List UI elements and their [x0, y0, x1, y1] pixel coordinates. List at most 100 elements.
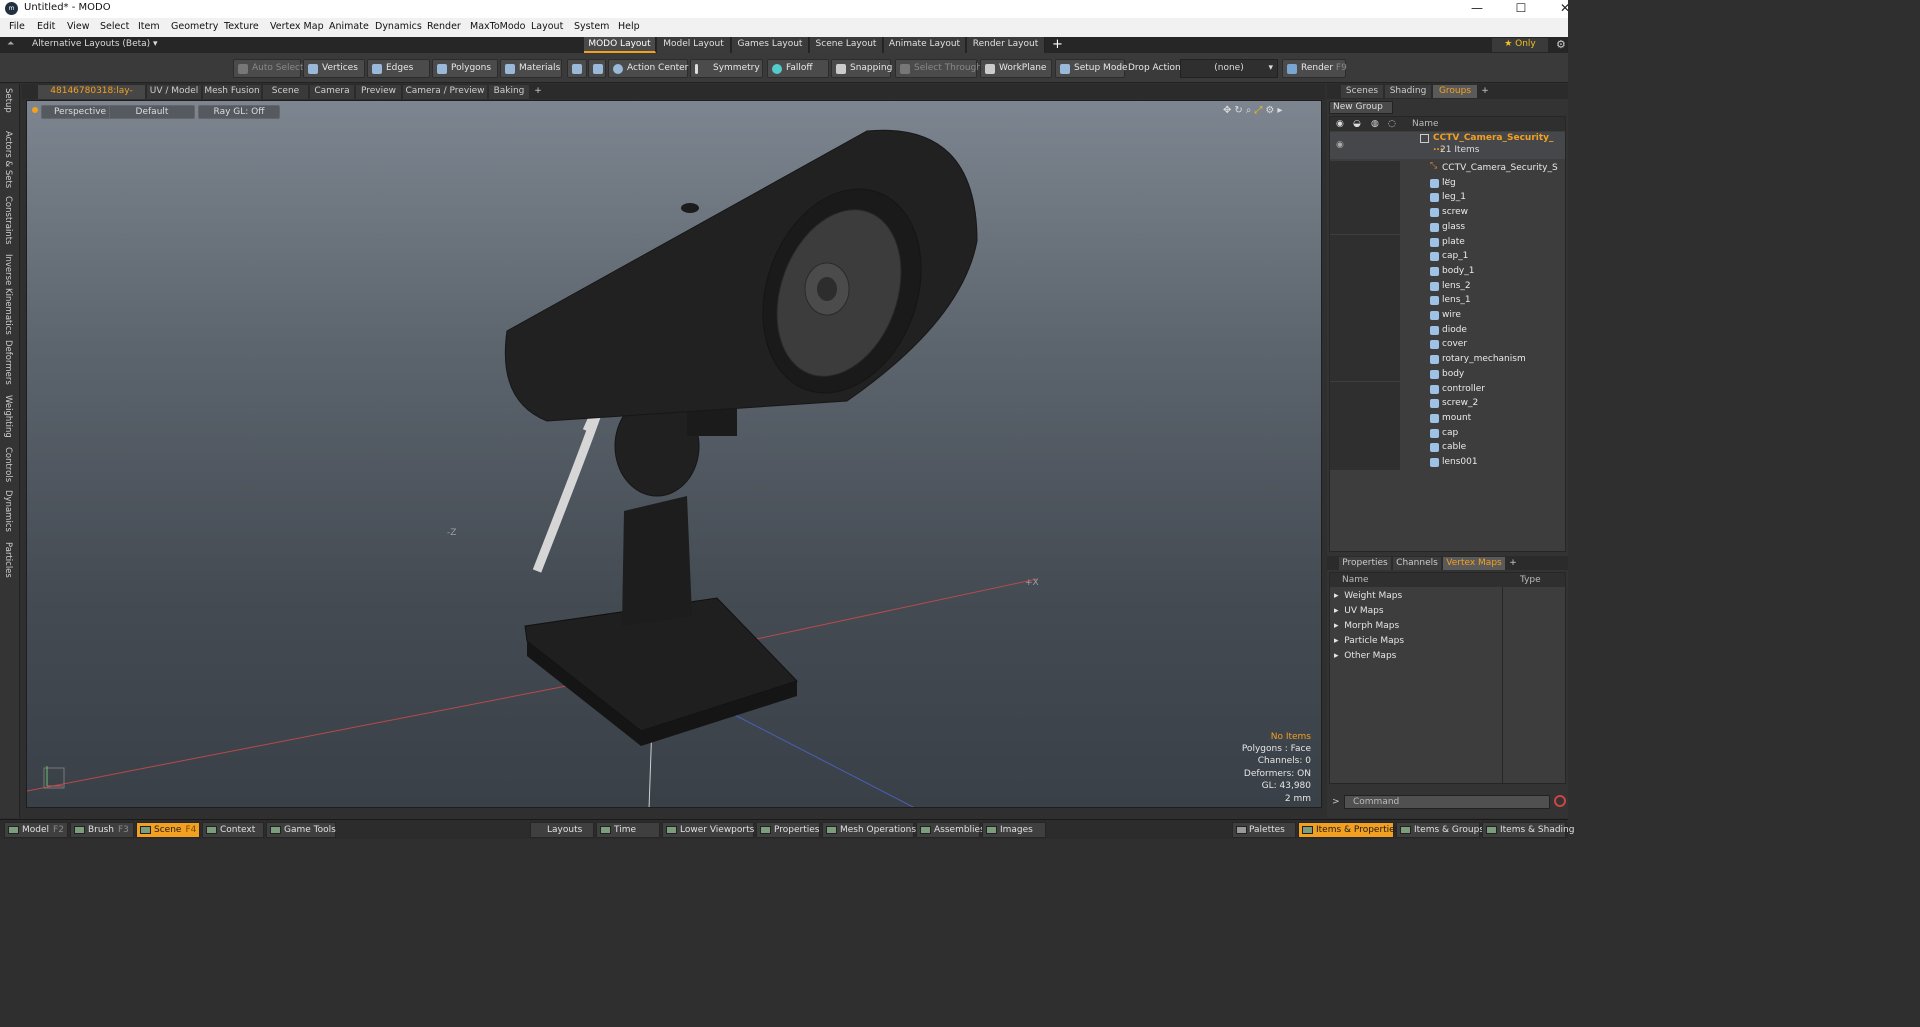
workplane-button[interactable]: WorkPlane [980, 59, 1052, 78]
group-item-row[interactable]: glass [1330, 219, 1565, 235]
tab-constraints[interactable]: Constraints [3, 196, 13, 245]
setup-mode-button[interactable]: Setup Mode [1055, 59, 1128, 78]
menu-item[interactable]: Item [138, 21, 160, 32]
tab-controls[interactable]: Controls [3, 447, 13, 482]
close-button[interactable]: ✕ [1543, 0, 1587, 18]
group-item-row[interactable]: lens_2 [1330, 278, 1565, 294]
tab-scene-layout[interactable]: Scene Layout [810, 37, 883, 53]
action-center-button[interactable]: Action Center [608, 59, 688, 78]
tab-deformers[interactable]: Deformers [3, 340, 13, 385]
group-item-row[interactable]: lens001 [1330, 455, 1565, 470]
group-item-row[interactable]: cable [1330, 440, 1565, 455]
assemblies-button[interactable]: Assemblies [916, 822, 985, 838]
vmap-uv-maps[interactable]: ▸ UV Maps [1334, 606, 1384, 616]
items-shading-button[interactable]: Items & Shading [1482, 822, 1574, 838]
add-layout-button[interactable]: + [1052, 37, 1063, 52]
visibility-columns[interactable] [1330, 410, 1400, 426]
menu-system[interactable]: System [574, 21, 609, 32]
game-tools-button[interactable]: Game Tools [266, 822, 336, 838]
palettes-button[interactable]: Palettes [1232, 822, 1296, 838]
tab-preview[interactable]: Preview [356, 85, 401, 99]
auto-select-button[interactable]: Auto Select [233, 59, 304, 78]
visibility-columns[interactable] [1330, 175, 1400, 191]
group-item-row[interactable]: screw [1330, 205, 1565, 220]
tab-lay-unmax[interactable]: 48146780318:lay-unmax [38, 85, 145, 109]
tab-scene[interactable]: Scene [263, 85, 308, 99]
tab-groups[interactable]: Groups [1433, 85, 1477, 98]
group-item-row[interactable]: cover [1330, 337, 1565, 353]
lower-viewports-button[interactable]: Lower Viewports [662, 822, 754, 838]
select-mode-b-button[interactable] [588, 59, 606, 78]
tab-inverse-kinematics[interactable]: Inverse Kinematics [3, 254, 13, 335]
menu-file[interactable]: File [9, 21, 25, 32]
group-item-row[interactable]: diode [1330, 322, 1565, 338]
group-item-row[interactable]: cap_1 [1330, 249, 1565, 264]
visibility-columns[interactable] [1330, 263, 1400, 279]
visibility-columns[interactable] [1330, 234, 1400, 250]
tab-actors-sets[interactable]: Actors & Sets [3, 131, 13, 188]
select-toggle-icon[interactable]: ◌ [1388, 119, 1396, 129]
edges-button[interactable]: Edges [367, 59, 430, 78]
render-toggle-icon[interactable]: ◍ [1371, 119, 1379, 129]
tab-scenes[interactable]: Scenes [1341, 85, 1383, 98]
visibility-columns[interactable] [1330, 381, 1400, 397]
group-item-row[interactable]: plate [1330, 234, 1565, 250]
symmetry-button[interactable]: Symmetry [690, 59, 763, 78]
tab-uv-model[interactable]: UV / Model [147, 85, 201, 99]
menu-vertex-map[interactable]: Vertex Map [270, 21, 324, 32]
snapping-button[interactable]: Snapping [831, 59, 892, 78]
group-item-row[interactable]: lens_1 [1330, 293, 1565, 308]
visibility-columns[interactable] [1330, 278, 1400, 294]
visibility-columns[interactable] [1330, 293, 1400, 308]
items-properties-button[interactable]: Items & Properties [1298, 822, 1399, 838]
group-item-row[interactable]: leg_1 [1330, 190, 1565, 206]
group-item-row[interactable]: ⤡ CCTV_Camera_Security_S ... [1330, 161, 1565, 183]
items-groups-button[interactable]: Items & Groups [1396, 822, 1484, 838]
tab-weighting[interactable]: Weighting [3, 395, 13, 438]
mesh-operations-button[interactable]: Mesh Operations [822, 822, 916, 838]
vmap-weight-maps[interactable]: ▸ Weight Maps [1334, 591, 1402, 601]
images-button[interactable]: Images [982, 822, 1046, 838]
model-button[interactable]: Model F2 [4, 822, 68, 838]
menu-dynamics[interactable]: Dynamics [375, 21, 422, 32]
vertices-button[interactable]: Vertices [303, 59, 365, 78]
render-button[interactable]: Render F9 [1282, 59, 1347, 78]
visibility-columns[interactable] [1330, 161, 1400, 176]
menu-texture[interactable]: Texture [224, 21, 259, 32]
visibility-columns[interactable] [1330, 352, 1400, 367]
group-visible-icon[interactable]: ◉ [1336, 140, 1344, 150]
visibility-columns[interactable] [1330, 366, 1400, 382]
tab-render-layout[interactable]: Render Layout [967, 37, 1045, 53]
menu-edit[interactable]: Edit [37, 21, 55, 32]
tab-animate-layout[interactable]: Animate Layout [884, 37, 966, 53]
group-row[interactable]: ◉ CCTV_Camera_Security_ ... 21 Items [1330, 132, 1565, 159]
visibility-columns[interactable] [1330, 440, 1400, 455]
tab-modo-layout[interactable]: MODO Layout [584, 37, 656, 53]
menu-view[interactable]: View [67, 21, 90, 32]
tab-setup[interactable]: Setup [3, 88, 13, 113]
visibility-columns[interactable] [1330, 396, 1400, 411]
add-panel-tab[interactable]: + [1479, 85, 1491, 98]
tab-shading[interactable]: Shading [1385, 85, 1431, 98]
group-item-row[interactable]: wire [1330, 308, 1565, 323]
select-through-button[interactable]: Select Through [895, 59, 982, 78]
visibility-columns[interactable] [1330, 425, 1400, 441]
gear-icon[interactable]: ⚙ [1556, 38, 1566, 51]
tab-vertex-maps[interactable]: Vertex Maps [1443, 557, 1505, 570]
alternative-layouts-dropdown[interactable]: Alternative Layouts (Beta) ▾ [32, 39, 158, 49]
visibility-columns[interactable] [1330, 337, 1400, 353]
properties-button[interactable]: Properties [756, 822, 820, 838]
visibility-columns[interactable] [1330, 455, 1400, 470]
visibility-columns[interactable] [1330, 322, 1400, 338]
layouts-button[interactable]: Layouts [530, 822, 594, 838]
group-item-row[interactable]: screw_2 [1330, 396, 1565, 411]
group-item-row[interactable]: cap [1330, 425, 1565, 441]
scene-button[interactable]: Scene F4 [136, 822, 200, 838]
tab-model-layout[interactable]: Model Layout [657, 37, 731, 53]
command-stop-icon[interactable] [1554, 795, 1566, 807]
vmap-morph-maps[interactable]: ▸ Morph Maps [1334, 621, 1399, 631]
group-item-row[interactable]: mount [1330, 410, 1565, 426]
menu-geometry[interactable]: Geometry [171, 21, 218, 32]
falloff-button[interactable]: Falloff [767, 59, 829, 78]
group-item-row[interactable]: controller [1330, 381, 1565, 397]
